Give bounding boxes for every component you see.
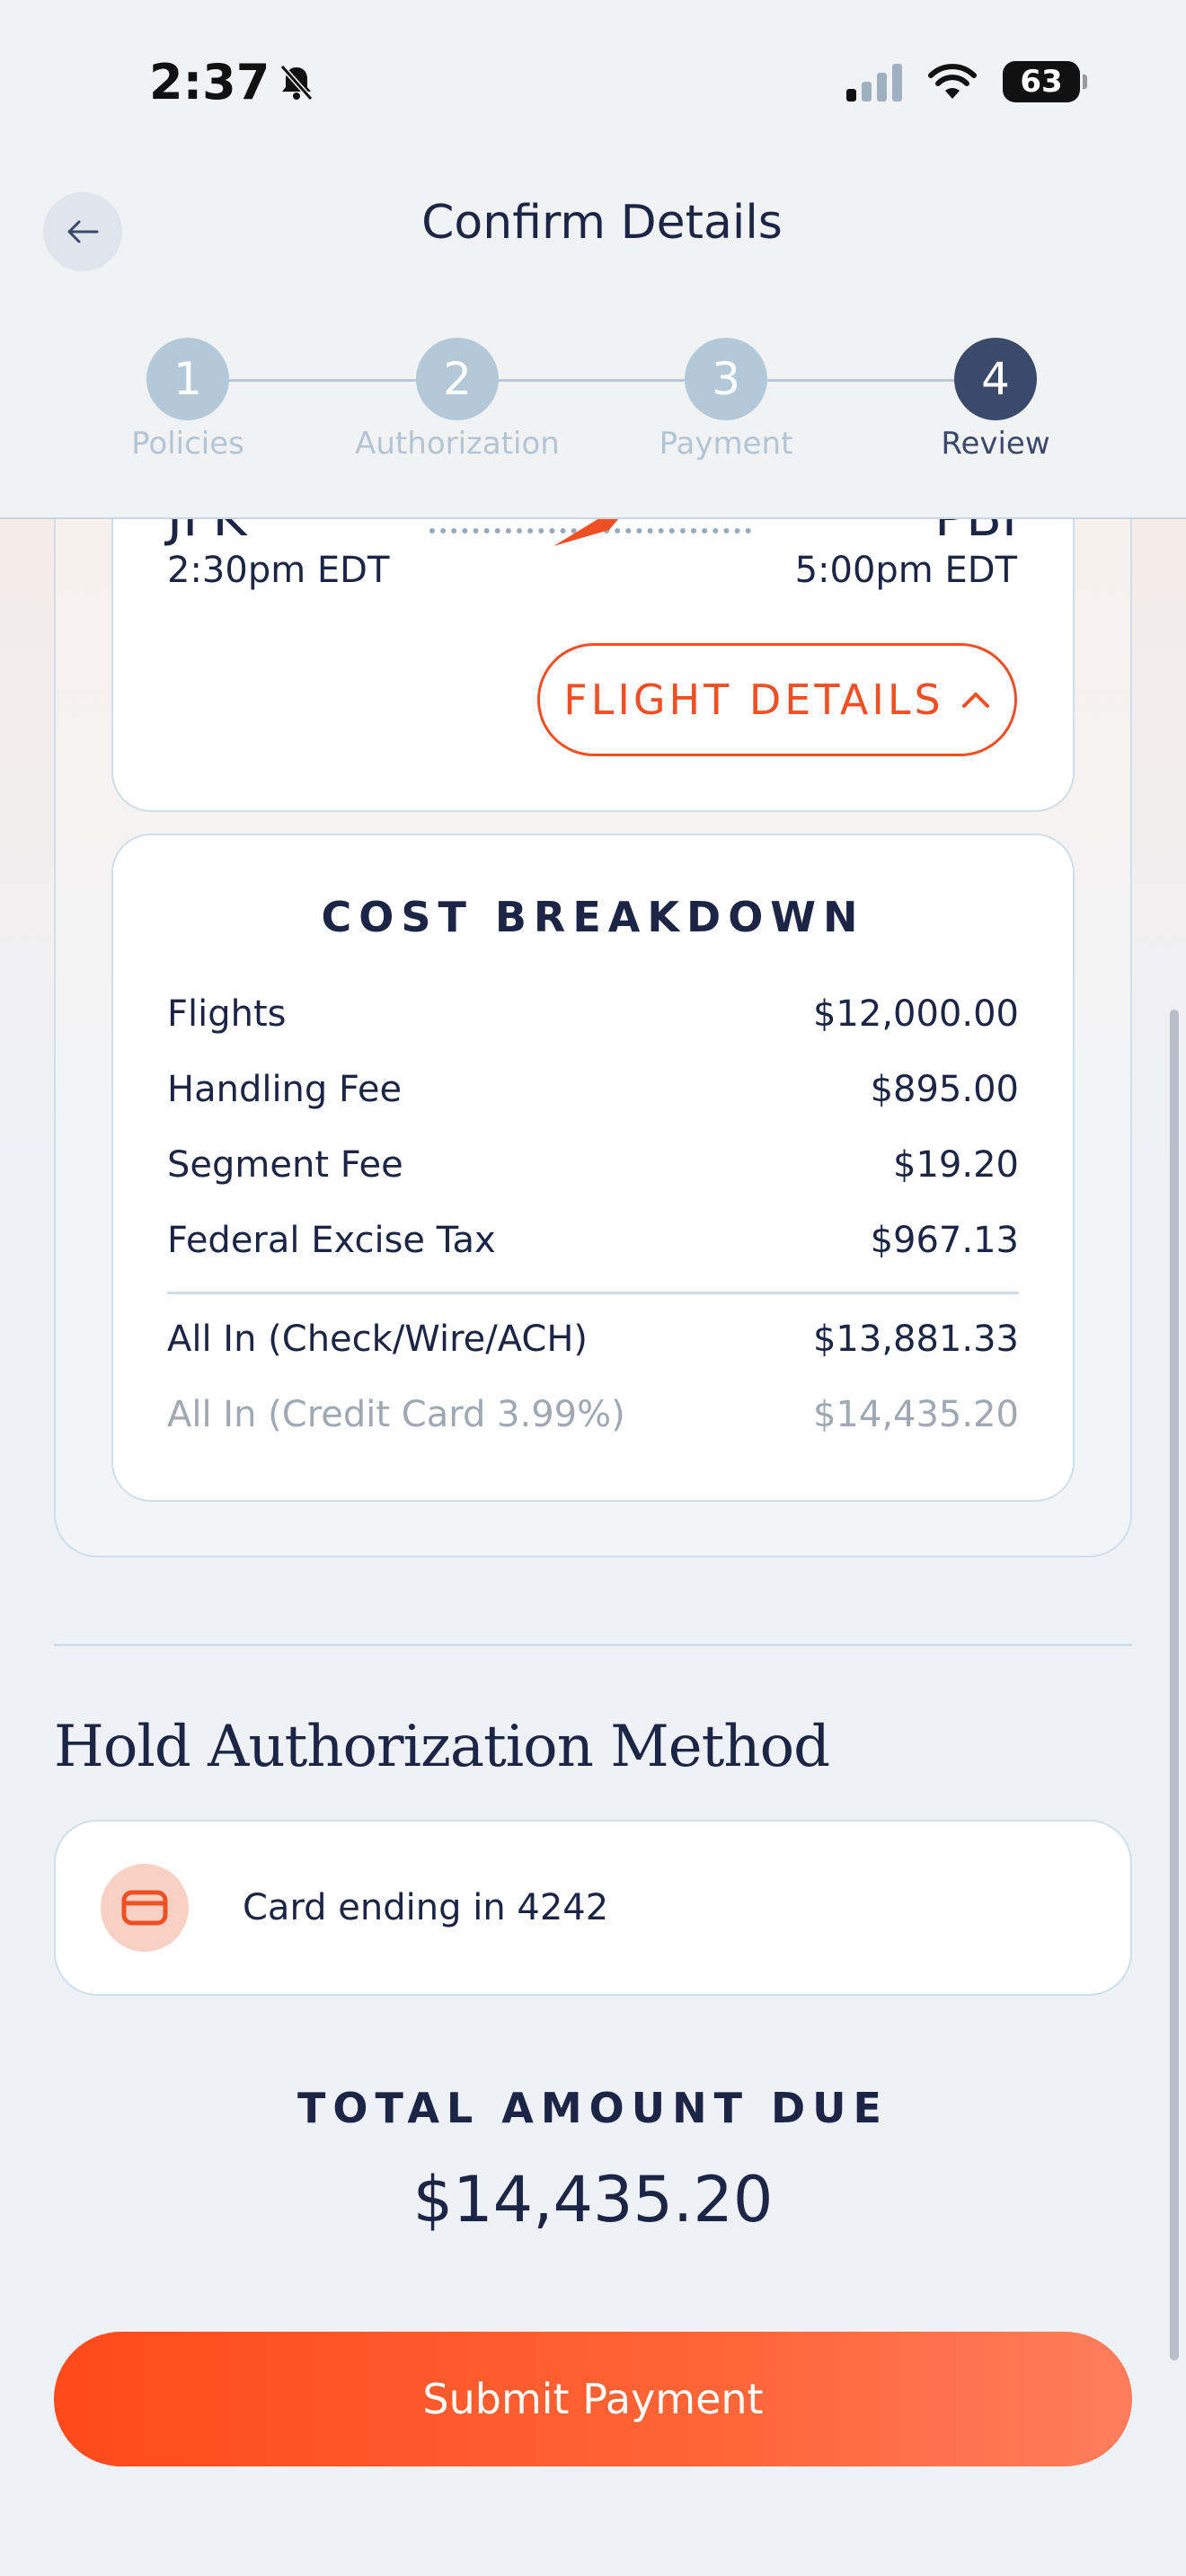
- step-number: 1: [146, 338, 229, 420]
- step-label: Authorization: [355, 426, 560, 462]
- submit-payment-button[interactable]: Submit Payment: [54, 2332, 1132, 2466]
- cost-label: Segment Fee: [167, 1144, 403, 1186]
- cost-row-segment-fee: Segment Fee $19.20: [167, 1144, 1019, 1186]
- section-divider: [54, 1644, 1132, 1646]
- page-title: Confirm Details: [421, 196, 783, 250]
- cost-divider: [167, 1292, 1019, 1294]
- step-label: Payment: [659, 426, 793, 462]
- cost-breakdown-title: COST BREAKDOWN: [321, 893, 865, 941]
- step-payment[interactable]: 3 Payment: [609, 338, 843, 462]
- status-icons: 63: [846, 61, 1087, 102]
- scrollbar[interactable]: [1170, 1010, 1179, 2360]
- status-time: 2:37: [149, 54, 316, 110]
- step-number: 2: [416, 338, 499, 420]
- wifi-icon: [928, 64, 977, 99]
- status-time-text: 2:37: [149, 54, 270, 110]
- cost-label: Federal Excise Tax: [167, 1220, 496, 1261]
- arrival-time: 5:00pm EDT: [794, 550, 1017, 591]
- card-ending-text: Card ending in 4242: [243, 1887, 609, 1928]
- cost-value: $12,000.00: [812, 993, 1019, 1035]
- step-number: 4: [954, 338, 1037, 420]
- step-policies[interactable]: 1 Policies: [71, 338, 305, 462]
- flight-details-button[interactable]: FLIGHT DETAILS: [537, 643, 1017, 756]
- total-amount-label: TOTAL AMOUNT DUE: [297, 2084, 889, 2132]
- cost-label: All In (Credit Card 3.99%): [167, 1394, 625, 1435]
- cost-row-all-in-credit-card: All In (Credit Card 3.99%) $14,435.20: [167, 1394, 1019, 1435]
- cost-label: Handling Fee: [167, 1069, 403, 1110]
- header: 2:37 63 Confirm Details 1 Policies 2 Aut…: [0, 0, 1186, 519]
- step-label: Review: [941, 426, 1050, 462]
- battery-icon: 63: [1003, 61, 1087, 102]
- cost-row-federal-excise-tax: Federal Excise Tax $967.13: [167, 1220, 1019, 1261]
- cost-label: Flights: [167, 993, 287, 1035]
- credit-card-icon: [101, 1864, 189, 1952]
- cost-row-handling-fee: Handling Fee $895.00: [167, 1069, 1019, 1110]
- step-authorization[interactable]: 2 Authorization: [341, 338, 574, 462]
- hold-authorization-heading: Hold Authorization Method: [54, 1714, 830, 1780]
- cost-label: All In (Check/Wire/ACH): [167, 1319, 589, 1360]
- bell-slash-icon: [280, 64, 314, 101]
- chevron-up-icon: [961, 693, 989, 708]
- cost-value: $13,881.33: [812, 1319, 1019, 1360]
- departure-time: 2:30pm EDT: [167, 550, 390, 591]
- cost-value: $967.13: [870, 1220, 1019, 1261]
- battery-level: 63: [1020, 64, 1063, 100]
- step-label: Policies: [131, 426, 244, 462]
- step-review[interactable]: 4 Review: [879, 338, 1112, 462]
- step-number: 3: [685, 338, 767, 420]
- submit-payment-label: Submit Payment: [422, 2375, 764, 2423]
- signal-icon: [846, 62, 902, 101]
- payment-card-option[interactable]: Card ending in 4242: [54, 1820, 1132, 1996]
- cost-value: $14,435.20: [812, 1394, 1019, 1435]
- cost-value: $19.20: [893, 1144, 1019, 1186]
- stepper-track: [187, 379, 996, 382]
- cost-value: $895.00: [870, 1069, 1019, 1110]
- cost-row-all-in-check: All In (Check/Wire/ACH) $13,881.33: [167, 1319, 1019, 1360]
- flight-details-label: FLIGHT DETAILS: [563, 675, 944, 724]
- cost-row-flights: Flights $12,000.00: [167, 993, 1019, 1035]
- total-amount-value: $14,435.20: [412, 2163, 774, 2236]
